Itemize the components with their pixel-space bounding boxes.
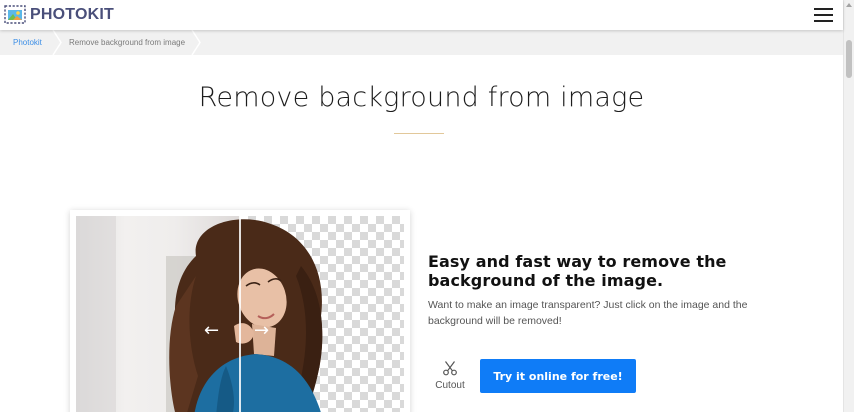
demo-image-area[interactable]: ← → [76,216,404,412]
page-scrollbar[interactable] [843,0,854,412]
before-after-demo[interactable]: ← → [70,210,410,412]
top-navigation-bar: PHOTOKIT [0,0,843,30]
breadcrumb: Photokit Remove background from image [0,30,843,55]
breadcrumb-separator-icon [191,30,201,55]
scissors-icon [442,360,458,376]
scroll-up-icon[interactable] [846,3,852,7]
breadcrumb-current-page: Remove background from image [69,38,186,47]
brand-name: PHOTOKIT [30,5,114,23]
breadcrumb-home-link[interactable]: Photokit [13,30,42,55]
cutout-label: Cutout [435,380,465,391]
breadcrumb-separator-icon [52,30,62,55]
cutout-tool[interactable]: Cutout [432,360,468,391]
hamburger-menu-icon[interactable] [814,8,833,22]
title-divider [394,133,444,134]
feature-description: Want to make an image transparent? Just … [428,299,748,327]
feature-heading: Easy and fast way to remove the backgrou… [428,252,727,290]
scrollbar-thumb[interactable] [846,40,852,78]
page-title: Remove background from image [198,82,645,113]
brand-logo[interactable]: PHOTOKIT [4,5,114,24]
try-it-online-button[interactable]: Try it online for free! [480,359,636,393]
comparison-divider[interactable] [239,216,241,412]
arrow-left-icon[interactable]: ← [204,322,219,340]
arrow-right-icon[interactable]: → [254,322,269,340]
photokit-logo-icon [4,5,26,24]
